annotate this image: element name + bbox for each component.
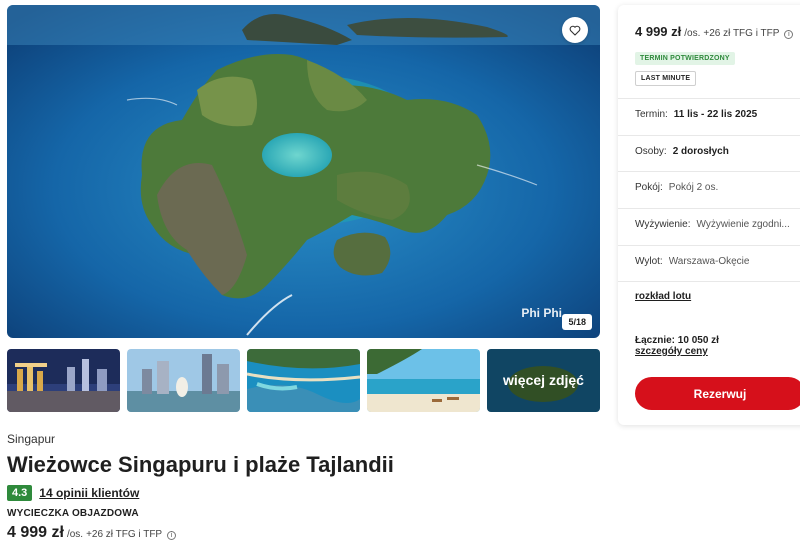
rating-row: 4.3 14 opinii klientów bbox=[7, 485, 139, 501]
reserve-button[interactable]: Rezerwuj bbox=[635, 377, 800, 410]
room-value: Pokój 2 os. bbox=[668, 182, 719, 193]
thumbnail-beach-bay[interactable] bbox=[247, 349, 360, 412]
price-extra: +26 zł TFG i TFP bbox=[86, 529, 163, 540]
phi-phi-aerial-photo bbox=[7, 5, 600, 338]
thumbnail-image bbox=[247, 349, 360, 412]
divider bbox=[618, 208, 800, 209]
country-label: Singapur bbox=[7, 432, 56, 446]
thumbnail-image bbox=[367, 349, 480, 412]
rating-badge: 4.3 bbox=[7, 485, 33, 501]
divider bbox=[618, 245, 800, 246]
favorite-button[interactable] bbox=[562, 17, 588, 43]
price-details-link[interactable]: szczegóły ceny bbox=[635, 346, 708, 357]
room-field[interactable]: Pokój: Pokój 2 os. bbox=[635, 182, 800, 193]
card-price: 4 999 zł /os. +26 zł TFG i TFP i bbox=[635, 24, 794, 39]
hero-caption: Phi Phi bbox=[521, 306, 562, 320]
people-label: Osoby: bbox=[635, 146, 667, 157]
hero-image[interactable]: Phi Phi 5/18 bbox=[7, 5, 600, 338]
departure-field[interactable]: Wylot: Warszawa-Okęcie bbox=[635, 256, 800, 267]
card-price-extra: +26 zł TFG i TFP bbox=[703, 28, 780, 39]
departure-value: Warszawa-Okęcie bbox=[668, 256, 750, 267]
offer-price: 4 999 zł /os. +26 zł TFG i TFP i bbox=[7, 524, 177, 542]
thumbnail-palm-beach[interactable] bbox=[367, 349, 480, 412]
thumbnail-marina-bay[interactable] bbox=[7, 349, 120, 412]
page-title: Wieżowce Singapuru i plaże Tajlandii bbox=[7, 452, 394, 477]
people-value: 2 dorosłych bbox=[672, 146, 729, 157]
term-select[interactable]: Termin: 11 lis - 22 lis 2025 bbox=[635, 109, 800, 120]
divider bbox=[618, 281, 800, 282]
photo-counter: 5/18 bbox=[562, 314, 592, 330]
thumbnail-image bbox=[7, 349, 120, 412]
divider bbox=[618, 135, 800, 136]
people-select[interactable]: Osoby: 2 dorosłych bbox=[635, 146, 800, 157]
confirmed-term-badge: TERMIN POTWIERDZONY bbox=[635, 52, 735, 65]
heart-icon bbox=[569, 25, 581, 36]
thumbnail-strip: więcej zdjęć bbox=[7, 349, 600, 412]
room-label: Pokój: bbox=[635, 182, 663, 193]
price-suffix: /os. bbox=[66, 529, 84, 540]
reviews-link[interactable]: 14 opinii klientów bbox=[39, 486, 139, 500]
trip-type-label: WYCIECZKA OBJAZDOWA bbox=[7, 508, 139, 519]
departure-label: Wylot: bbox=[635, 256, 663, 267]
flight-schedule-link[interactable]: rozkład lotu bbox=[635, 291, 691, 302]
last-minute-badge: LAST MINUTE bbox=[635, 71, 697, 86]
thumbnail-image bbox=[127, 349, 240, 412]
info-icon[interactable]: i bbox=[784, 30, 794, 39]
term-label: Termin: bbox=[635, 109, 668, 120]
thumbnail-more-photos[interactable]: więcej zdjęć bbox=[487, 349, 600, 412]
price-amount: 4 999 zł bbox=[7, 524, 64, 541]
booking-card: 4 999 zł /os. +26 zł TFG i TFP i TERMIN … bbox=[618, 5, 800, 425]
board-value: Wyżywienie zgodni... bbox=[696, 219, 790, 230]
term-value: 11 lis - 22 lis 2025 bbox=[673, 109, 758, 120]
total-price: Łącznie: 10 050 zł bbox=[635, 335, 719, 346]
card-price-suffix: /os. bbox=[684, 28, 701, 39]
info-icon[interactable]: i bbox=[167, 531, 177, 540]
card-price-amount: 4 999 zł bbox=[635, 24, 682, 39]
divider bbox=[618, 98, 800, 99]
board-field[interactable]: Wyżywienie: Wyżywienie zgodni... bbox=[635, 219, 800, 230]
more-photos-label: więcej zdjęć bbox=[487, 349, 600, 412]
divider bbox=[618, 171, 800, 172]
thumbnail-merlion[interactable] bbox=[127, 349, 240, 412]
board-label: Wyżywienie: bbox=[635, 219, 691, 230]
